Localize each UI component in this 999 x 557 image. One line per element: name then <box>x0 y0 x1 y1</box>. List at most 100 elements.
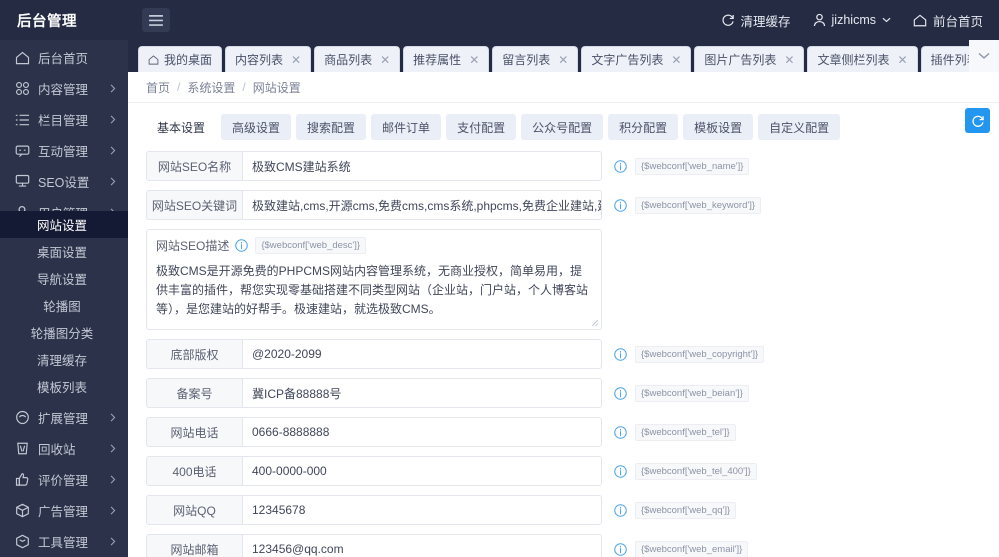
box-icon <box>14 503 30 519</box>
form-rows-bottom: 底部版权 @2020-2099 {$webconf['web_copyright']… <box>128 339 999 557</box>
sidebar-item-seo设置[interactable]: SEO设置 <box>0 166 128 197</box>
tab-close-icon[interactable]: ✕ <box>784 54 794 66</box>
field-hint: {$webconf['web_tel']} <box>614 417 736 447</box>
settings-subtabs: 基本设置 高级设置 搜索配置 邮件订单 支付配置 公众号配置 积分配置 模板设置 自定义配置 <box>128 109 999 145</box>
subtab-模板设置[interactable]: 模板设置 <box>683 114 754 140</box>
tab-图片广告列表[interactable]: 图片广告列表 ✕ <box>694 46 805 72</box>
user-menu[interactable]: jizhicms <box>813 13 891 27</box>
field-input-网站seo关键词[interactable]: 极致建站,cms,开源cms,免费cms,cms系统,phpcms,免费企业建站… <box>242 190 602 220</box>
admin-app: 后台管理 后台首页内容管理栏目管理互动管理 SEO设置用户管理 系统设置 网站设置桌… <box>0 0 999 557</box>
field-input-底部版权[interactable]: @2020-2099 <box>242 339 602 369</box>
sidebar-item-用户管理[interactable]: 用户管理 <box>0 197 128 211</box>
tab-overflow-button[interactable] <box>969 40 999 72</box>
tab-close-icon[interactable]: ✕ <box>898 54 908 66</box>
field-input-网站邮箱[interactable]: 123456@qq.com <box>242 534 602 557</box>
field-hint: {$webconf['web_name']} <box>614 151 750 181</box>
tab-商品列表[interactable]: 商品列表 ✕ <box>314 46 401 72</box>
subtab-高级设置[interactable]: 高级设置 <box>221 114 292 140</box>
subtab-公众号配置[interactable]: 公众号配置 <box>521 114 604 140</box>
field-hint: {$webconf['web_copyright']} <box>614 339 765 369</box>
user-icon <box>813 13 826 27</box>
form-row-网站qq: 网站QQ 12345678 {$webconf['web_qq']} <box>128 495 999 525</box>
seo-description-header: 网站SEO描述 {$webconf['web_desc']} <box>147 230 601 258</box>
field-input-网站qq[interactable]: 12345678 <box>242 495 602 525</box>
home-icon <box>148 54 159 65</box>
field-input-400电话[interactable]: 400-0000-000 <box>242 456 602 486</box>
field-label: 网站SEO名称 <box>146 151 242 181</box>
subtab-自定义配置[interactable]: 自定义配置 <box>758 114 841 140</box>
refresh-page-button[interactable] <box>965 108 990 133</box>
sidebar-subitem-轮播图[interactable]: 轮播图 <box>0 292 128 319</box>
tab-close-icon[interactable]: ✕ <box>291 54 301 66</box>
seo-icon <box>14 174 30 190</box>
tab-文字广告列表[interactable]: 文字广告列表 ✕ <box>581 46 692 72</box>
sidebar-item-工具管理[interactable]: 工具管理 <box>0 526 128 557</box>
sidebar-item-回收站[interactable]: 回收站 <box>0 433 128 464</box>
field-variable: {$webconf['web_name']} <box>635 157 750 175</box>
tab-close-icon[interactable]: ✕ <box>469 54 479 66</box>
sidebar-item-label: 回收站 <box>38 443 76 457</box>
tab-close-icon[interactable]: ✕ <box>380 54 390 66</box>
sidebar-item-栏目管理[interactable]: 栏目管理 <box>0 104 128 135</box>
tab-我的桌面[interactable]: 我的桌面 <box>138 46 223 72</box>
resize-handle-icon[interactable] <box>591 319 599 327</box>
tab-label: 文字广告列表 <box>591 53 664 67</box>
sidebar-subitem-模板列表[interactable]: 模板列表 <box>0 373 128 400</box>
sidebar-item-后台首页[interactable]: 后台首页 <box>0 42 128 73</box>
subtab-搜索配置[interactable]: 搜索配置 <box>296 114 367 140</box>
subtab-支付配置[interactable]: 支付配置 <box>446 114 517 140</box>
sidebar-item-扩展管理[interactable]: 扩展管理 <box>0 402 128 433</box>
top-header: 清理缓存 jizhicms 前台首页 <box>128 0 999 40</box>
info-icon <box>614 425 627 439</box>
tab-label: 推荐属性 <box>413 53 462 67</box>
subtab-邮件订单[interactable]: 邮件订单 <box>371 114 442 140</box>
tab-label: 我的桌面 <box>164 53 213 67</box>
breadcrumb-separator: / <box>177 80 181 94</box>
field-hint: {$webconf['web_tel_400']} <box>614 456 757 486</box>
sidebar-item-广告管理[interactable]: 广告管理 <box>0 495 128 526</box>
hamburger-icon[interactable] <box>142 8 170 32</box>
main-area: 清理缓存 jizhicms 前台首页 我的桌面 内容列表 ✕ 商品列表 ✕ 推荐… <box>128 0 999 557</box>
field-input-网站电话[interactable]: 0666-8888888 <box>242 417 602 447</box>
breadcrumb-item-首页[interactable]: 首页 <box>146 79 170 96</box>
sidebar-item-label: 后台首页 <box>38 52 89 66</box>
tab-内容列表[interactable]: 内容列表 ✕ <box>225 46 312 72</box>
breadcrumb-item-网站设置[interactable]: 网站设置 <box>253 79 301 96</box>
clear-cache-label: 清理缓存 <box>740 14 791 29</box>
form-rows-top: 网站SEO名称 极致CMS建站系统 {$webconf['web_name']} 网站… <box>128 151 999 220</box>
tab-文章侧栏列表[interactable]: 文章侧栏列表 ✕ <box>807 46 918 72</box>
subtab-基本设置[interactable]: 基本设置 <box>146 114 217 140</box>
seo-description-textarea[interactable]: 网站SEO描述 {$webconf['web_desc']} 极致CMS是开源免… <box>146 229 602 330</box>
sidebar-item-label: 内容管理 <box>38 83 89 97</box>
field-variable: {$webconf['web_email']} <box>635 540 749 557</box>
form-row-网站电话: 网站电话 0666-8888888 {$webconf['web_tel']} <box>128 417 999 447</box>
breadcrumb-item-系统设置[interactable]: 系统设置 <box>187 79 235 96</box>
sidebar-submenu-system: 网站设置 桌面设置导航设置轮播图轮播图分类 清理缓存 模板列表 <box>0 211 128 400</box>
tab-close-icon[interactable]: ✕ <box>671 54 681 66</box>
sidebar-subitem-label: 导航设置 <box>36 273 87 287</box>
tab-推荐属性[interactable]: 推荐属性 ✕ <box>403 46 490 72</box>
subtab-积分配置[interactable]: 积分配置 <box>608 114 679 140</box>
sidebar-item-评价管理[interactable]: 评价管理 <box>0 464 128 495</box>
info-icon <box>614 347 627 361</box>
sidebar-item-内容管理[interactable]: 内容管理 <box>0 73 128 104</box>
sidebar-subitem-label: 轮播图 <box>43 300 81 314</box>
sidebar-subitem-清理缓存[interactable]: 清理缓存 <box>0 346 128 373</box>
field-variable: {$webconf['web_qq']} <box>635 501 737 519</box>
info-icon <box>614 198 627 212</box>
sidebar-subitem-桌面设置[interactable]: 桌面设置 <box>0 238 128 265</box>
sidebar-subitem-导航设置[interactable]: 导航设置 <box>0 265 128 292</box>
field-input-网站seo名称[interactable]: 极致CMS建站系统 <box>242 151 602 181</box>
sidebar-item-互动管理[interactable]: 互动管理 <box>0 135 128 166</box>
clear-cache-button[interactable]: 清理缓存 <box>721 11 791 30</box>
field-input-备案号[interactable]: 冀ICP备88888号 <box>242 378 602 408</box>
frontend-home-link[interactable]: 前台首页 <box>913 11 983 30</box>
sidebar-subitem-网站设置[interactable]: 网站设置 <box>0 211 128 238</box>
field-label: 底部版权 <box>146 339 242 369</box>
tab-close-icon[interactable]: ✕ <box>558 54 568 66</box>
user-name: jizhicms <box>831 13 876 27</box>
sidebar-subitem-轮播图分类[interactable]: 轮播图分类 <box>0 319 128 346</box>
form-row-400电话: 400电话 400-0000-000 {$webconf['web_tel_400'… <box>128 456 999 486</box>
tab-留言列表[interactable]: 留言列表 ✕ <box>492 46 579 72</box>
tab-label: 图片广告列表 <box>704 53 777 67</box>
